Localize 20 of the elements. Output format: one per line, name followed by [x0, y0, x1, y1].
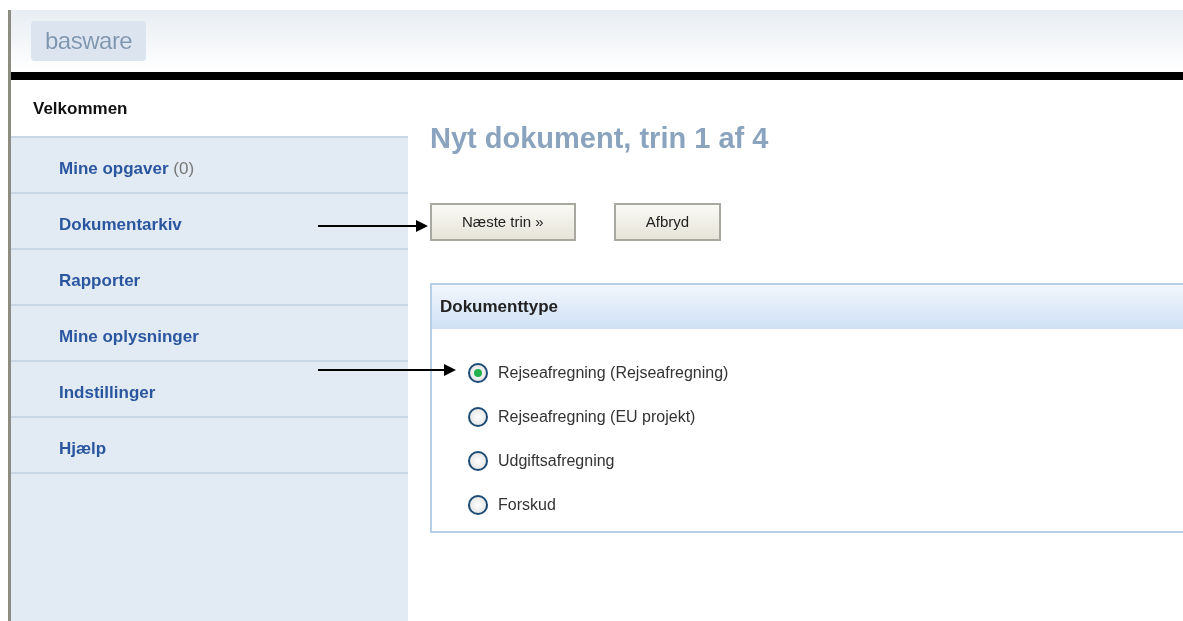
page-title: Nyt dokument, trin 1 af 4 [430, 121, 770, 156]
sidebar-item[interactable]: Dokumentarkiv [11, 193, 408, 250]
radio-button[interactable] [468, 450, 488, 471]
radio-button[interactable] [468, 362, 488, 383]
radio-label[interactable]: Udgiftsafregning [498, 448, 615, 473]
radio-label[interactable]: Rejseafregning (Rejseafregning) [498, 360, 729, 385]
radio-button[interactable] [468, 494, 488, 515]
logo: basware [31, 21, 147, 61]
sidebar-item[interactable]: Rapporter [11, 249, 408, 306]
sidebar-heading[interactable]: Velkommen [11, 80, 408, 138]
sidebar-item[interactable]: Mine opgaver (0) [11, 137, 408, 194]
cancel-button[interactable]: Afbryd [613, 202, 722, 242]
radio-label[interactable]: Forskud [498, 492, 556, 517]
next-step-button[interactable]: Næste trin » [430, 202, 576, 242]
sidebar-item[interactable]: Hjælp [11, 417, 408, 474]
sidebar-item[interactable]: Mine oplysninger [11, 305, 408, 362]
panel-heading: Dokumenttype [432, 285, 1183, 329]
radio-button[interactable] [468, 406, 488, 427]
sidebar-item[interactable]: Indstillinger [11, 361, 408, 418]
radio-label[interactable]: Rejseafregning (EU projekt) [498, 404, 696, 429]
